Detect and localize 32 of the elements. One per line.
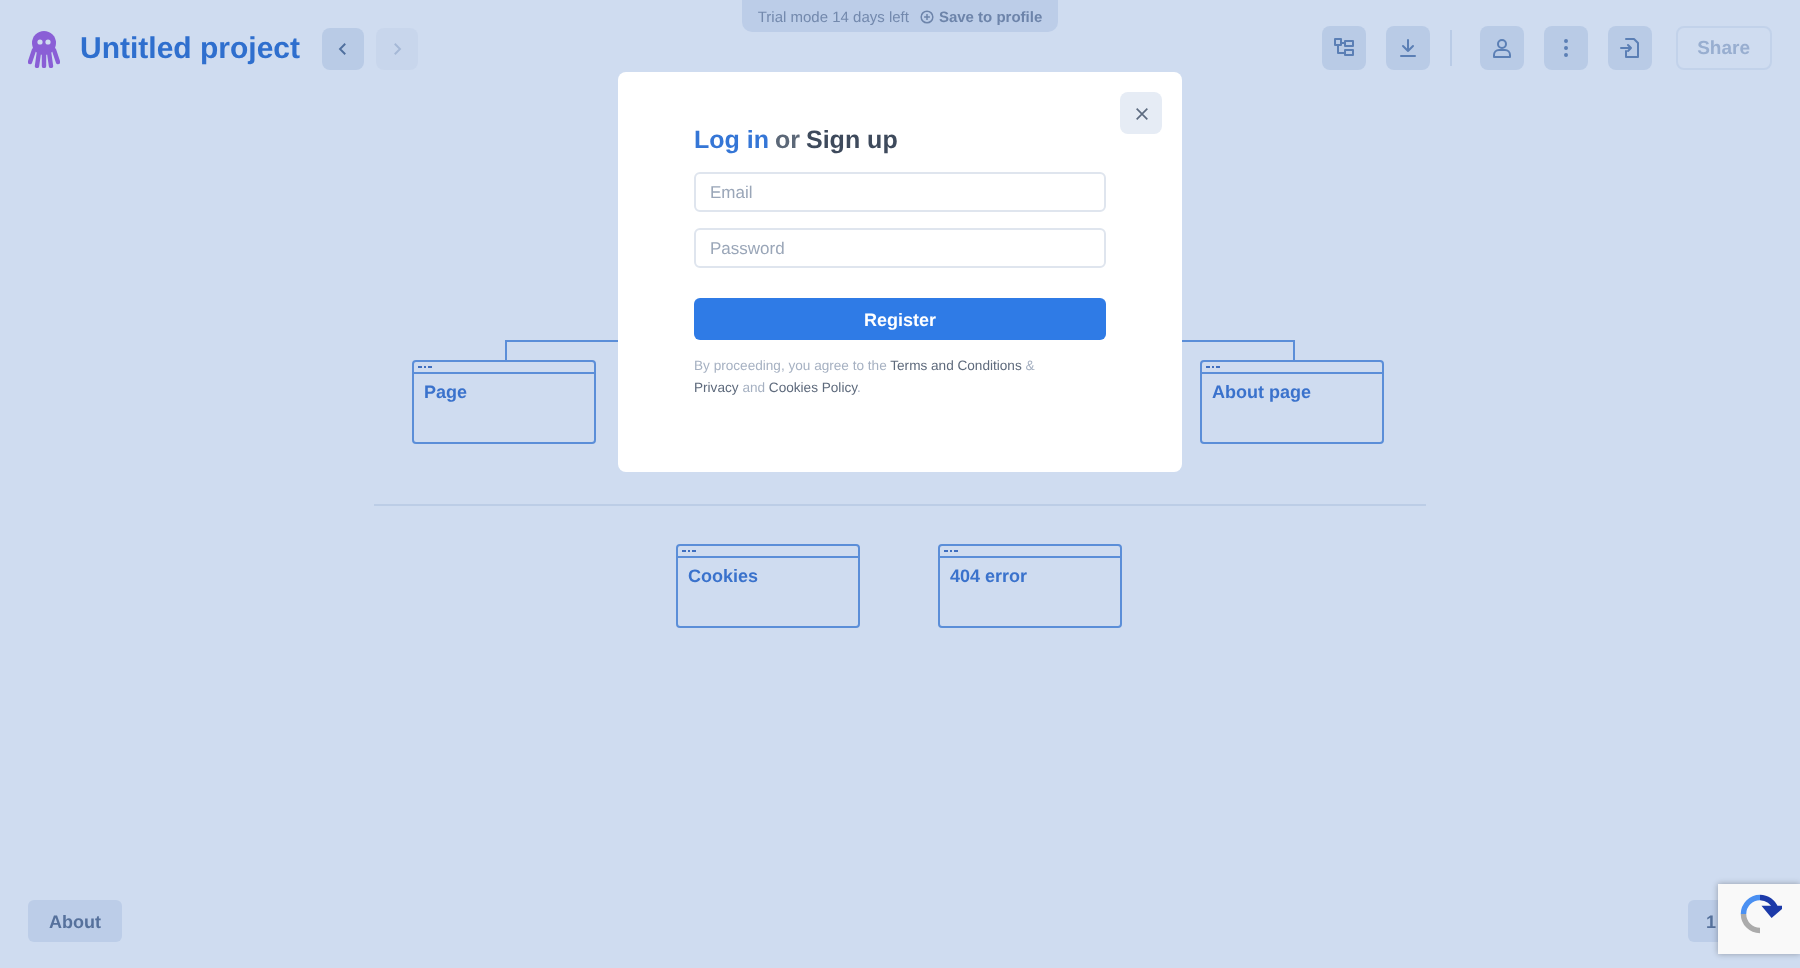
export-button[interactable]	[1607, 26, 1652, 70]
input-field[interactable]: Password	[694, 228, 1106, 268]
page-node-label: 404 error	[950, 566, 1028, 586]
sitemap-icon	[1331, 36, 1356, 60]
download-icon	[1395, 36, 1420, 60]
login-link[interactable]: Log in	[694, 126, 769, 154]
plus-circle-icon	[920, 9, 935, 23]
register-button[interactable]: Register	[694, 298, 1106, 340]
about-button[interactable]: About	[28, 900, 122, 942]
user-icon	[1489, 36, 1514, 60]
download-button[interactable]	[1385, 26, 1430, 70]
close-button[interactable]	[1120, 92, 1162, 134]
or-text: or	[775, 126, 800, 154]
signup-link[interactable]: Sign up	[806, 126, 898, 154]
project-title: Untitled project	[80, 31, 301, 65]
page-node-label: Cookies	[688, 566, 759, 586]
close-icon	[1133, 105, 1149, 121]
recaptcha-icon	[1737, 892, 1781, 936]
page-node-label: About page	[1212, 382, 1311, 402]
more-button[interactable]	[1543, 26, 1588, 70]
sitemap-button[interactable]	[1321, 26, 1366, 70]
page-node[interactable]: About page	[1200, 360, 1384, 444]
page-node[interactable]: Page	[412, 360, 596, 444]
chevron-right-icon	[388, 39, 407, 57]
page-node[interactable]: 404 error	[938, 544, 1122, 628]
page-node-label: Page	[424, 382, 468, 402]
input-field[interactable]: Email	[694, 172, 1106, 212]
octopus-logo-icon	[28, 29, 60, 67]
user-button[interactable]	[1479, 26, 1524, 70]
page-node[interactable]: Cookies	[676, 544, 860, 628]
zoom-button[interactable]: 1	[1688, 900, 1718, 942]
export-icon	[1617, 36, 1642, 60]
